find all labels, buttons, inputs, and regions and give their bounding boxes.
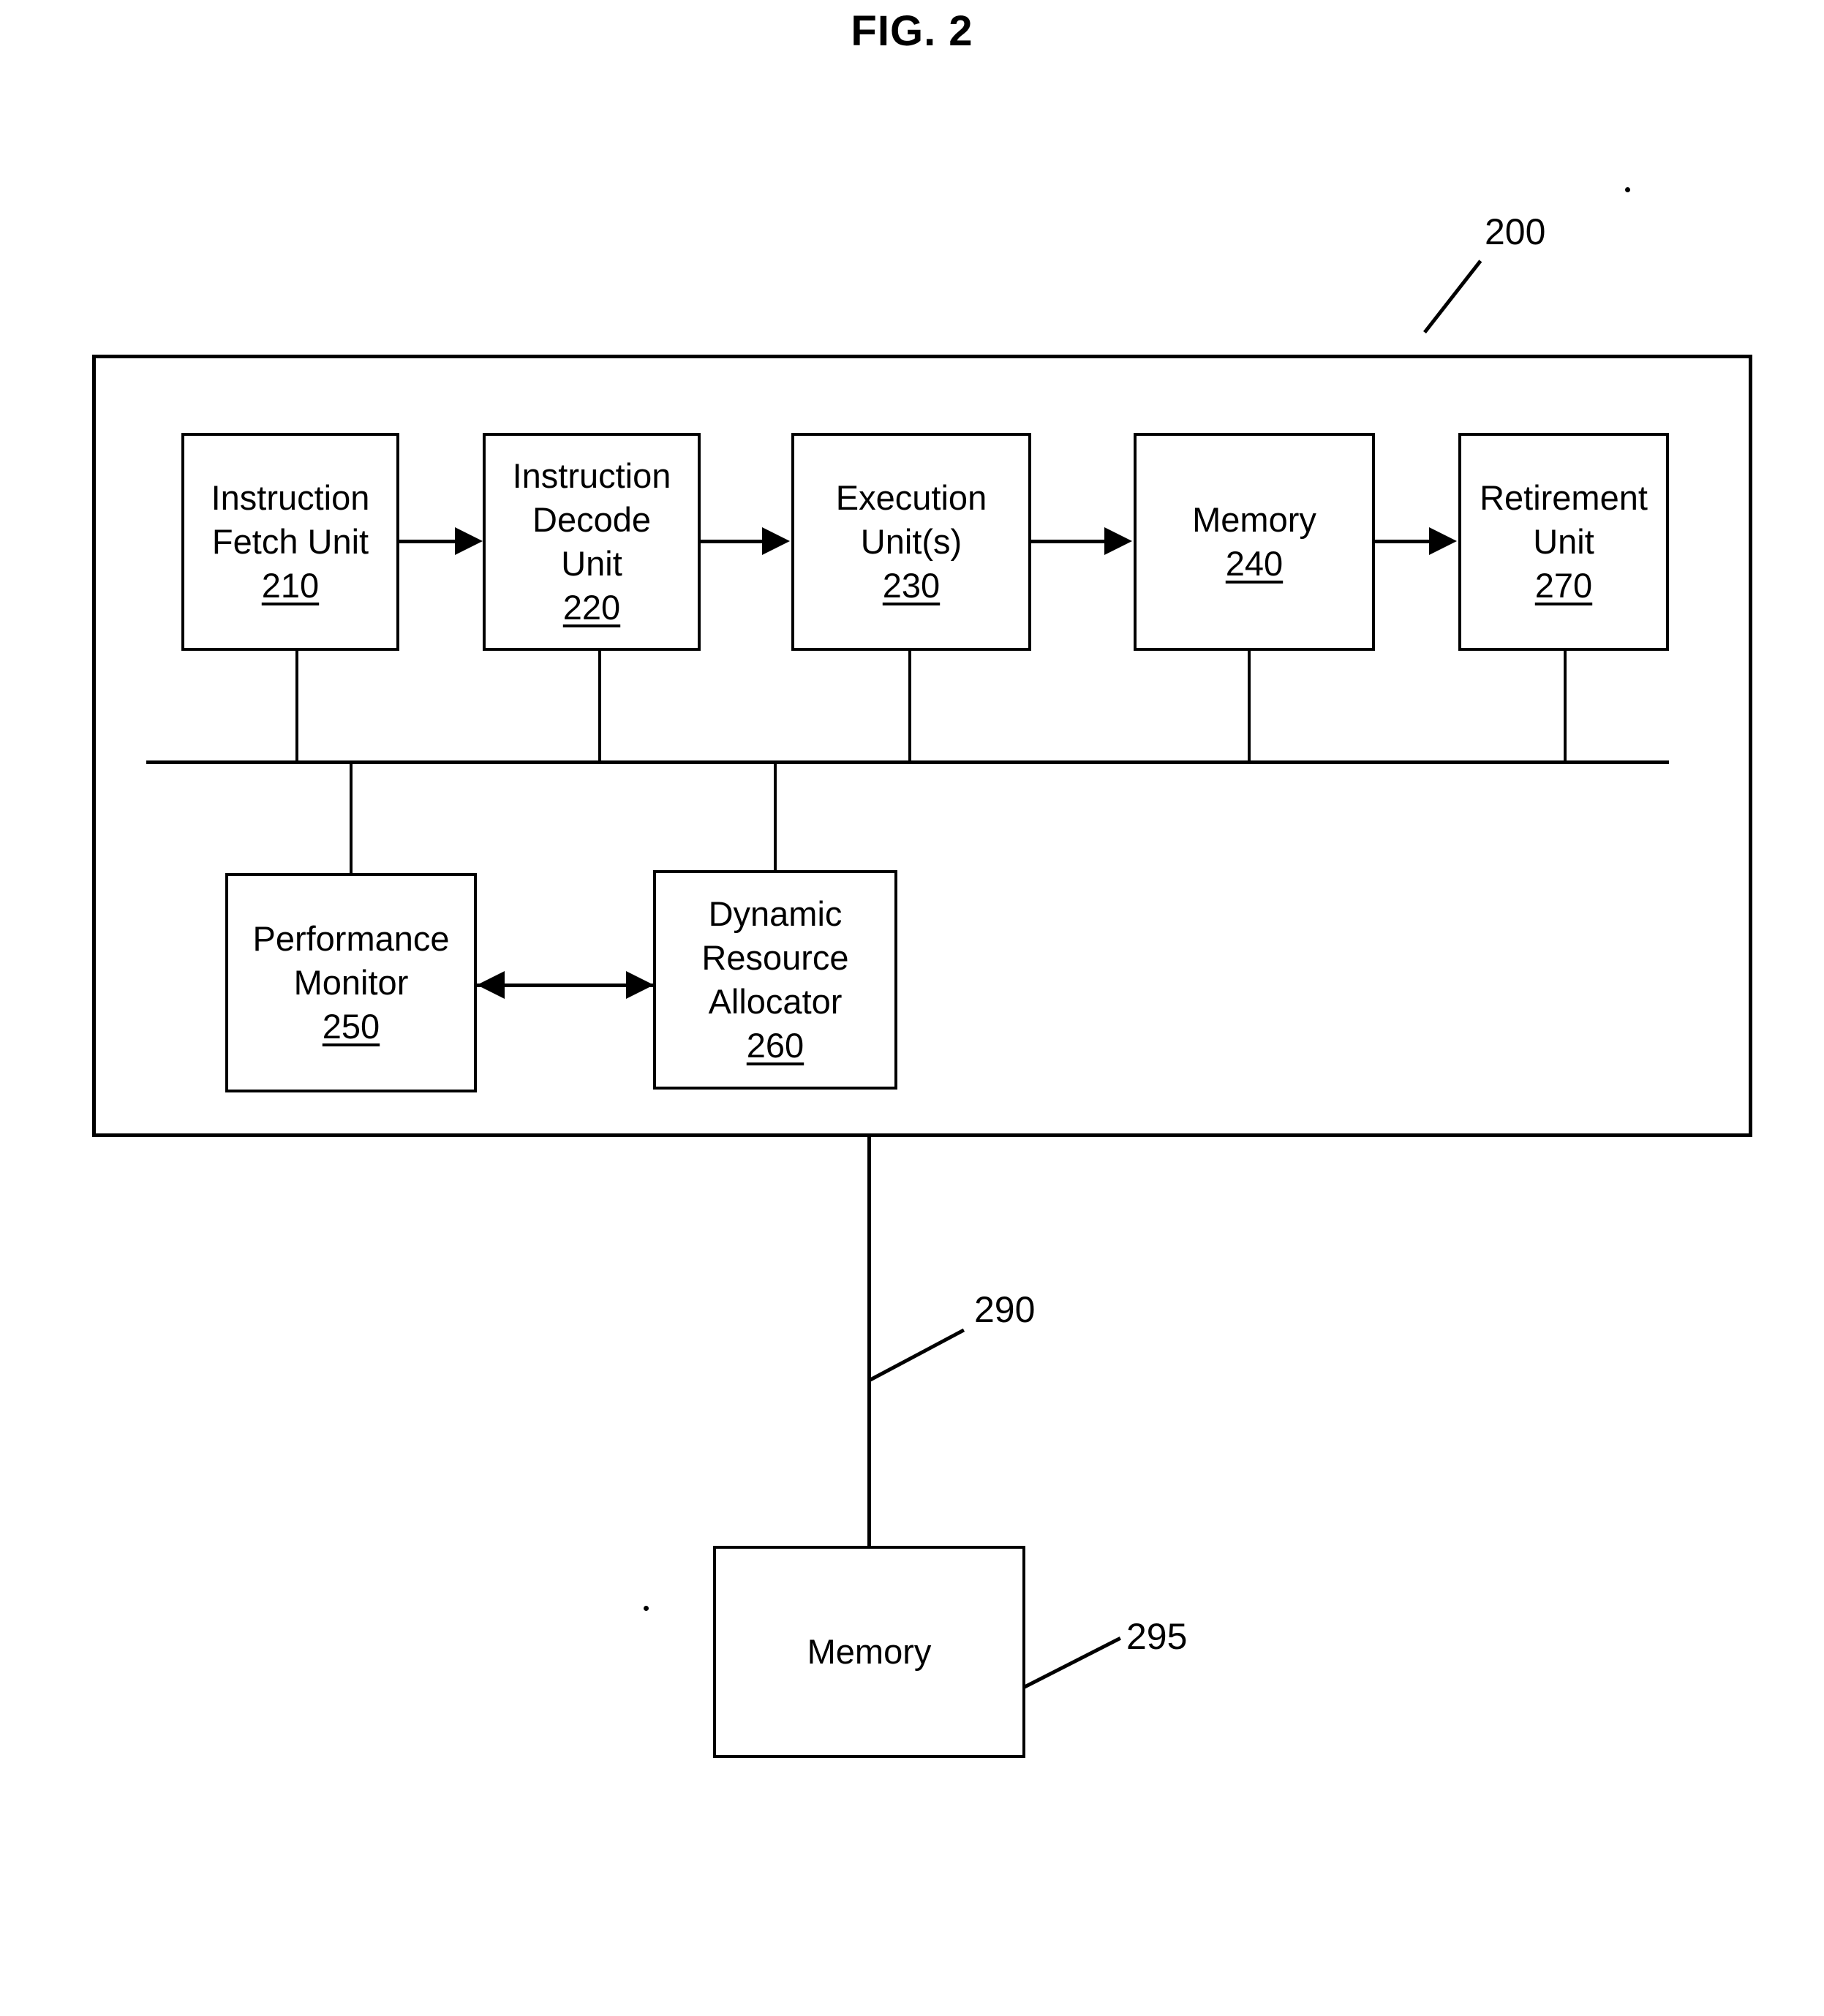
arrow-execution-to-memory-shaft [1031,540,1104,543]
block-label-line: Instruction [512,456,671,495]
bus-stub-instruction-decode-unit [598,649,601,763]
block-reference-number: 250 [322,1007,380,1046]
bus-stub-memory-240 [1248,649,1251,763]
block-label-line: Unit [1533,522,1594,561]
arrow-decode-to-execution-head [762,527,790,555]
block-performance-monitor: Performance Monitor 250 [225,873,477,1092]
leader-line-290 [868,1328,965,1382]
block-label-line: Allocator [708,982,843,1021]
arrow-execution-to-memory-head [1104,527,1132,555]
block-label-line: Memory [807,1632,932,1671]
leader-line-295 [1022,1636,1122,1689]
arrow-memory-to-retirement-head [1429,527,1457,555]
bus-stub-retirement-unit [1564,649,1567,763]
scan-speck [644,1606,649,1611]
block-dynamic-resource-allocator: Dynamic Resource Allocator 260 [653,870,897,1090]
block-retirement-unit: Retirement Unit 270 [1458,433,1669,651]
block-label-line: Instruction [211,478,370,517]
block-instruction-decode-unit: Instruction Decode Unit 220 [483,433,701,651]
external-memory-bus-line [867,1137,871,1547]
figure-page: FIG. 2 200 Instruction Fetch Unit 210 In… [0,0,1824,2016]
figure-title: FIG. 2 [851,7,973,55]
block-label-line: Fetch Unit [211,522,369,561]
block-label-line: Performance [252,919,450,958]
block-execution-units: Execution Unit(s) 230 [791,433,1031,651]
block-label-line: Resource [701,938,849,977]
arrow-decode-to-execution-shaft [701,540,764,543]
arrow-memory-to-retirement-shaft [1375,540,1431,543]
reference-numeral-290: 290 [974,1289,1036,1330]
block-label-line: Execution [835,478,987,517]
block-memory-240: Memory 240 [1134,433,1375,651]
block-reference-number: 230 [882,566,941,605]
block-label-line: Unit(s) [860,522,962,561]
block-label-line: Monitor [293,963,409,1002]
block-reference-number: 270 [1534,566,1593,605]
block-label-line: Memory [1192,500,1316,539]
block-reference-number: 240 [1225,544,1284,583]
bus-stub-performance-monitor [350,763,353,875]
arrow-fetch-to-decode-shaft [399,540,458,543]
arrow-monitor-allocator-head-left [477,971,505,999]
block-label-line: Dynamic [708,894,843,933]
bus-stub-instruction-fetch-unit [295,649,298,763]
block-reference-number: 220 [562,588,621,627]
bus-stub-execution-units [908,649,911,763]
reference-numeral-200: 200 [1485,211,1546,252]
block-label-line: Retirement [1480,478,1648,517]
block-reference-number: 260 [746,1026,804,1065]
scan-speck [1625,187,1630,192]
reference-numeral-295: 295 [1126,1616,1188,1657]
block-external-memory: Memory [713,1546,1025,1758]
bus-stub-dynamic-resource-allocator [774,763,777,873]
block-reference-number: 210 [261,566,320,605]
arrow-monitor-allocator-head-right [626,971,654,999]
block-label-line: Decode [532,500,651,539]
arrow-fetch-to-decode-head [455,527,483,555]
block-instruction-fetch-unit: Instruction Fetch Unit 210 [181,433,399,651]
leader-line-200 [1423,260,1482,334]
internal-bus-line [146,760,1669,764]
block-label-line: Unit [561,544,622,583]
